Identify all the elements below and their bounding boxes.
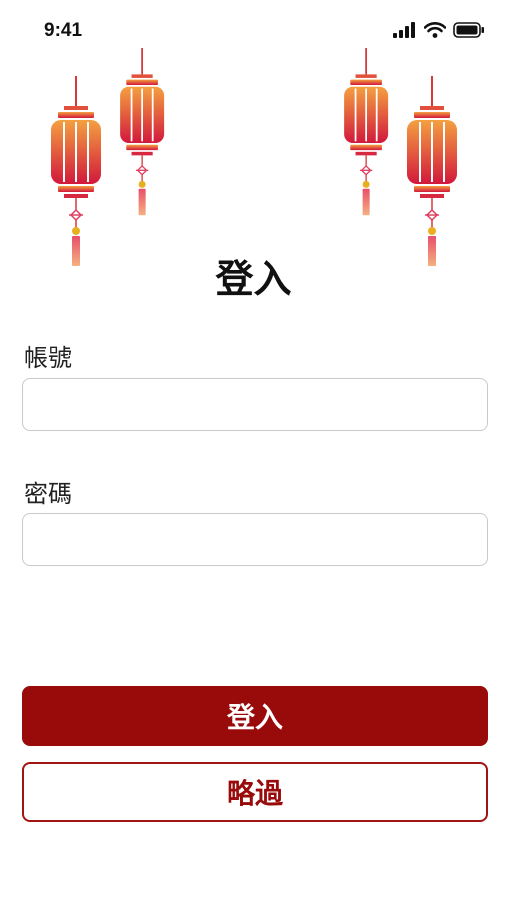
status-icons xyxy=(393,22,485,38)
lantern-icon xyxy=(343,48,389,217)
lantern-icon xyxy=(50,76,102,267)
lantern-icon xyxy=(119,48,165,217)
wifi-icon xyxy=(424,22,446,38)
account-label: 帳號 xyxy=(24,344,72,372)
status-bar: 9:41 xyxy=(0,0,507,60)
cellular-signal-icon xyxy=(393,22,415,38)
password-input[interactable] xyxy=(22,513,488,566)
login-button[interactable]: 登入 xyxy=(22,686,488,746)
status-time: 9:41 xyxy=(44,20,83,41)
page-title: 登入 xyxy=(215,257,292,301)
lantern-icon xyxy=(406,76,458,267)
skip-button[interactable]: 略過 xyxy=(22,762,488,822)
account-input[interactable] xyxy=(22,378,488,431)
password-label: 密碼 xyxy=(24,480,72,508)
battery-icon xyxy=(453,22,484,38)
